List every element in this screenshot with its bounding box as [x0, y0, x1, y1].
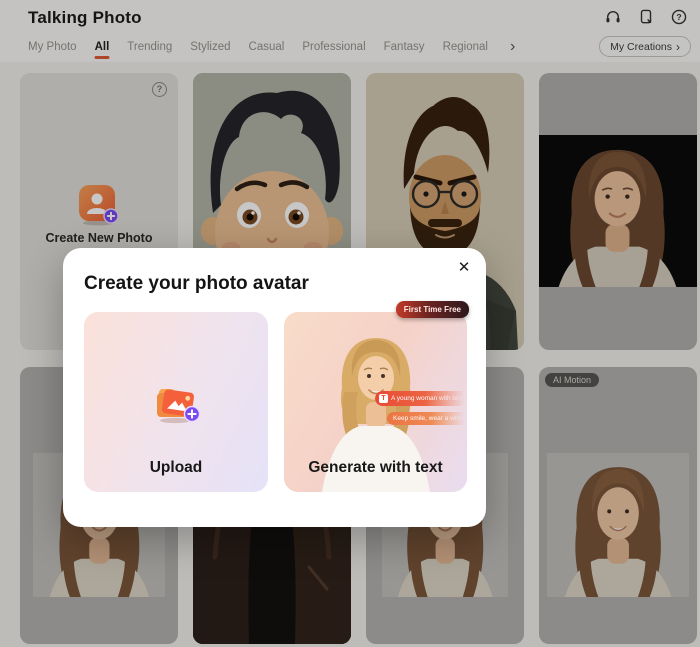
first-time-free-badge: First Time Free — [395, 301, 469, 318]
text-prompt-icon: T — [379, 394, 388, 403]
modal-title: Create your photo avatar — [84, 273, 309, 294]
generate-with-text-card[interactable]: First Time Free T A young woman with blo… — [284, 301, 469, 492]
upload-card[interactable]: Upload — [84, 312, 268, 492]
upload-label: Upload — [149, 459, 203, 476]
prompt-pill-2: Keep smile, wear a white shi — [387, 412, 467, 425]
generate-with-text-label: Generate with text — [308, 459, 443, 476]
upload-folder-icon — [152, 382, 201, 429]
modal-options: Upload First Time Free T A young woman w… — [84, 301, 469, 492]
create-avatar-modal: ✕ Create your photo avatar Upload First … — [63, 248, 486, 527]
prompt-pill-1: T A young woman with blonde ha — [375, 391, 467, 406]
close-icon[interactable]: ✕ — [453, 256, 475, 278]
